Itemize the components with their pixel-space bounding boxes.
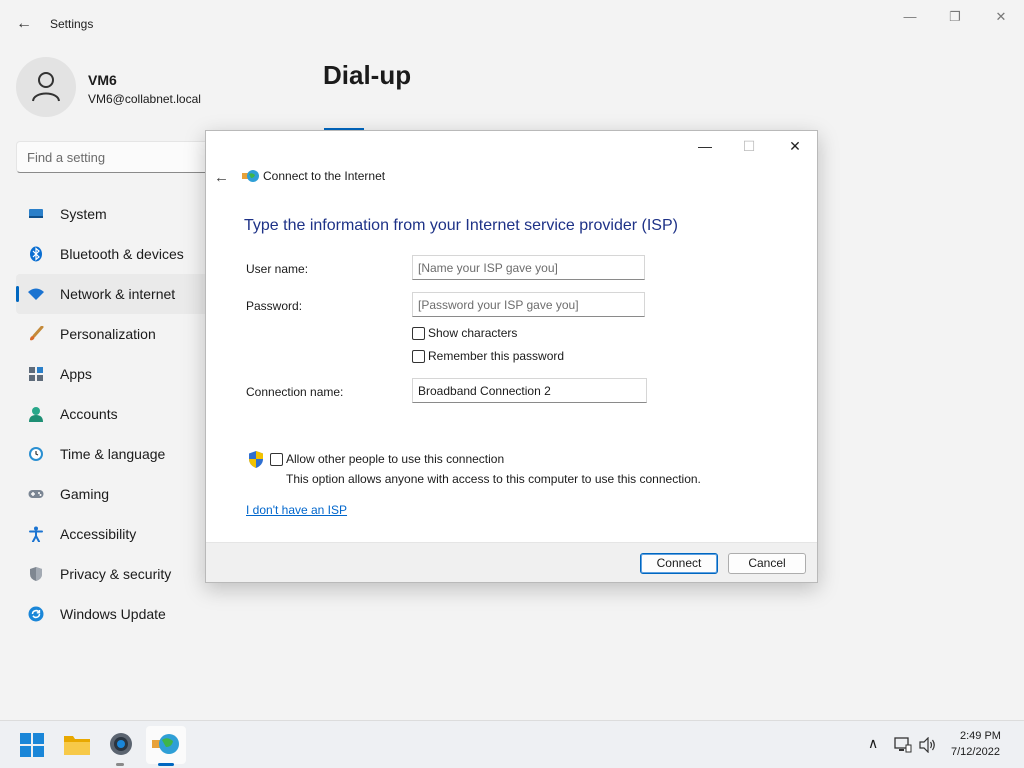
sidebar-item-label: Time & language — [60, 446, 166, 462]
profile-email: VM6@collabnet.local — [88, 92, 201, 106]
dialog-close-button[interactable]: ✕ — [780, 137, 810, 155]
sidebar-item-network[interactable]: Network & internet — [16, 274, 216, 314]
password-field[interactable] — [412, 292, 645, 317]
sidebar-item-label: Accounts — [60, 406, 118, 422]
wifi-icon — [28, 286, 44, 302]
sidebar-item-label: Bluetooth & devices — [60, 246, 184, 262]
dialog-maximize-button: ☐ — [742, 138, 756, 154]
settings-running-indicator — [116, 763, 124, 766]
dialog-caption: Connect to the Internet — [263, 169, 386, 183]
volume-icon[interactable] — [919, 737, 937, 753]
search-input[interactable]: Find a setting — [16, 141, 216, 173]
checkbox-box[interactable] — [270, 452, 283, 466]
show-characters-checkbox[interactable]: Show characters — [412, 326, 517, 340]
dialog-heading: Type the information from your Internet … — [244, 217, 678, 234]
sidebar-item-label: Gaming — [60, 486, 110, 502]
user-icon — [32, 72, 60, 102]
sidebar-item-windows-update[interactable]: Windows Update — [16, 594, 216, 634]
clock-time[interactable]: 2:49 PM — [960, 730, 1001, 742]
cancel-button[interactable]: Cancel — [728, 553, 806, 574]
connect-dialog: — ☐ ✕ ← Connect to the Internet Type the… — [205, 130, 818, 583]
no-isp-link[interactable]: I don't have an ISP — [246, 503, 347, 517]
dialup-connection-icon — [242, 170, 259, 182]
connection-name-field[interactable] — [412, 378, 647, 403]
active-app-indicator — [158, 763, 174, 766]
maximize-button[interactable]: ❐ — [942, 8, 968, 26]
accessibility-icon — [28, 526, 44, 543]
taskbar: ∧ 2:49 PM 7/12/2022 — [0, 720, 1024, 768]
allow-others-description: This option allows anyone with access to… — [286, 472, 701, 486]
title-bar: ← Settings — ❐ ✕ — [0, 0, 1024, 48]
accounts-icon — [28, 406, 44, 422]
app-title: Settings — [50, 17, 94, 31]
profile-name: VM6 — [88, 72, 117, 88]
allow-others-checkbox[interactable]: Allow other people to use this connectio… — [270, 452, 504, 466]
username-field[interactable] — [412, 255, 645, 280]
allow-others-label: Allow other people to use this connectio… — [286, 452, 505, 466]
dialog-footer: Connect Cancel — [206, 542, 817, 582]
remember-password-checkbox[interactable]: Remember this password — [412, 349, 564, 363]
show-characters-label: Show characters — [428, 326, 518, 340]
uac-shield-icon — [249, 451, 263, 468]
checkbox-box[interactable] — [412, 326, 425, 340]
sidebar-item-bluetooth[interactable]: Bluetooth & devices — [16, 234, 216, 274]
sidebar-item-personalization[interactable]: Personalization — [16, 314, 216, 354]
sidebar-item-gaming[interactable]: Gaming — [16, 474, 216, 514]
remember-password-label: Remember this password — [428, 349, 565, 363]
page-title: Dial-up — [323, 60, 412, 90]
shield-icon — [28, 566, 44, 582]
dialup-connection-icon[interactable] — [152, 732, 180, 756]
sidebar-item-privacy-security[interactable]: Privacy & security — [16, 554, 216, 594]
clock-date[interactable]: 7/12/2022 — [951, 746, 1000, 758]
back-arrow-icon[interactable]: ← — [14, 14, 34, 34]
sidebar-item-label: Accessibility — [60, 526, 137, 542]
sidebar-item-accessibility[interactable]: Accessibility — [16, 514, 216, 554]
clock-icon — [28, 446, 44, 462]
start-icon[interactable] — [20, 733, 44, 757]
minimize-button[interactable]: — — [897, 8, 923, 26]
avatar[interactable] — [16, 57, 76, 117]
close-button[interactable]: ✕ — [988, 8, 1014, 26]
sidebar-item-label: Windows Update — [60, 606, 166, 622]
search-placeholder: Find a setting — [27, 150, 106, 165]
password-label: Password: — [246, 299, 303, 313]
file-explorer-icon[interactable] — [64, 733, 90, 755]
checkbox-box[interactable] — [412, 349, 425, 363]
dialog-minimize-button[interactable]: — — [690, 137, 720, 155]
sidebar-item-label: Apps — [60, 366, 92, 382]
brush-icon — [28, 325, 44, 342]
sidebar-item-label: Personalization — [60, 326, 156, 342]
bluetooth-icon — [28, 246, 44, 262]
system-icon — [28, 206, 44, 222]
sidebar-item-label: Privacy & security — [60, 566, 172, 582]
settings-icon[interactable] — [108, 731, 134, 757]
chevron-up-icon[interactable]: ∧ — [868, 735, 878, 752]
connect-button[interactable]: Connect — [640, 553, 718, 574]
sidebar-item-accounts[interactable]: Accounts — [16, 394, 216, 434]
update-icon — [28, 606, 44, 622]
sidebar-item-time-language[interactable]: Time & language — [16, 434, 216, 474]
dialog-back-arrow-icon[interactable]: ← — [214, 169, 229, 186]
sidebar-item-system[interactable]: System — [16, 194, 216, 234]
sidebar-nav: System Bluetooth & devices Network & int… — [16, 194, 216, 634]
network-icon[interactable] — [894, 737, 912, 753]
connection-name-label: Connection name: — [246, 385, 344, 399]
sidebar-item-label: Network & internet — [60, 286, 176, 302]
sidebar-item-label: System — [60, 206, 107, 222]
sidebar-item-apps[interactable]: Apps — [16, 354, 216, 394]
apps-icon — [28, 366, 44, 382]
username-label: User name: — [246, 262, 309, 276]
gamepad-icon — [28, 486, 44, 502]
